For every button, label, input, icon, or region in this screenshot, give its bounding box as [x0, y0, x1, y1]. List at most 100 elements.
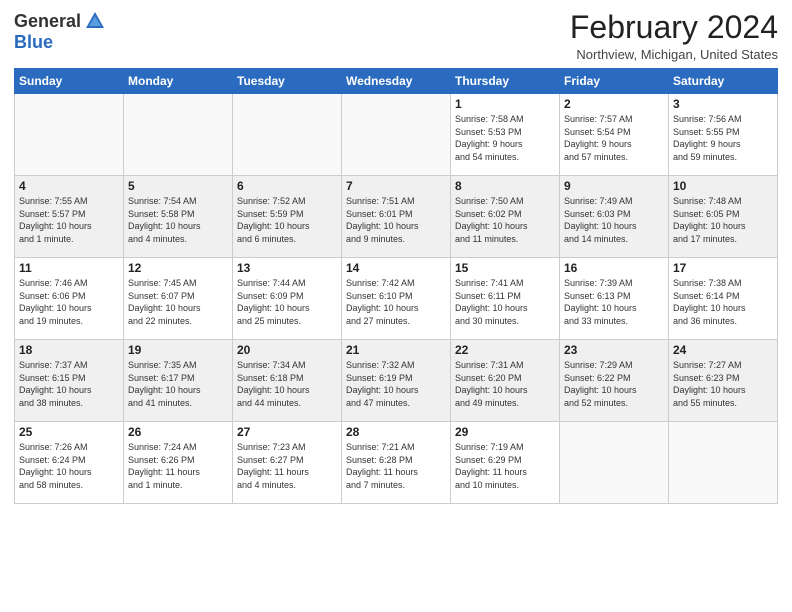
calendar-week-row: 1Sunrise: 7:58 AM Sunset: 5:53 PM Daylig… [15, 94, 778, 176]
day-number: 20 [237, 343, 337, 357]
calendar-day-cell: 26Sunrise: 7:24 AM Sunset: 6:26 PM Dayli… [124, 422, 233, 504]
calendar-day-cell: 17 Sunrise: 7:38 AM Sunset: 6:14 PM Dayli… [669, 258, 778, 340]
day-info: Sunrise: 7:41 AM Sunset: 6:11 PM Dayligh… [455, 277, 555, 327]
day-info: Sunrise: 7:54 AM Sunset: 5:58 PM Dayligh… [128, 195, 228, 245]
day-number: 14 [346, 261, 446, 275]
calendar-day-cell [15, 94, 124, 176]
calendar-subtitle: Northview, Michigan, United States [570, 47, 778, 62]
day-info: Sunrise: 7:23 AM Sunset: 6:27 PM Dayligh… [237, 441, 337, 491]
day-number: 23 [564, 343, 664, 357]
day-info: Sunrise: 7:34 AM Sunset: 6:18 PM Dayligh… [237, 359, 337, 409]
logo-icon [84, 10, 106, 32]
day-number: 3 [673, 97, 773, 111]
calendar-day-cell [342, 94, 451, 176]
header-wednesday: Wednesday [342, 69, 451, 94]
day-info: Sunrise: 7:26 AM Sunset: 6:24 PM Dayligh… [19, 441, 119, 491]
header-friday: Friday [560, 69, 669, 94]
day-number: 16 [564, 261, 664, 275]
day-number: 7 [346, 179, 446, 193]
day-info: Sunrise: 7:45 AM Sunset: 6:07 PM Dayligh… [128, 277, 228, 327]
calendar-day-cell: 13Sunrise: 7:44 AM Sunset: 6:09 PM Dayli… [233, 258, 342, 340]
title-section: February 2024 Northview, Michigan, Unite… [570, 10, 778, 62]
calendar-week-row: 18 Sunrise: 7:37 AM Sunset: 6:15 PM Dayli… [15, 340, 778, 422]
calendar-day-cell: 19 Sunrise: 7:35 AM Sunset: 6:17 PM Dayli… [124, 340, 233, 422]
calendar-day-cell [233, 94, 342, 176]
calendar-day-cell: 27 Sunrise: 7:23 AM Sunset: 6:27 PM Dayli… [233, 422, 342, 504]
day-info: Sunrise: 7:21 AM Sunset: 6:28 PM Dayligh… [346, 441, 446, 491]
day-number: 12 [128, 261, 228, 275]
calendar-day-cell: 18 Sunrise: 7:37 AM Sunset: 6:15 PM Dayli… [15, 340, 124, 422]
day-number: 19 [128, 343, 228, 357]
calendar-day-cell: 12 Sunrise: 7:45 AM Sunset: 6:07 PM Dayli… [124, 258, 233, 340]
calendar-day-cell: 11 Sunrise: 7:46 AM Sunset: 6:06 PM Dayli… [15, 258, 124, 340]
calendar-day-cell: 9 Sunrise: 7:49 AM Sunset: 6:03 PM Daylig… [560, 176, 669, 258]
day-number: 9 [564, 179, 664, 193]
header-thursday: Thursday [451, 69, 560, 94]
calendar-day-cell: 24 Sunrise: 7:27 AM Sunset: 6:23 PM Dayli… [669, 340, 778, 422]
header-monday: Monday [124, 69, 233, 94]
day-number: 25 [19, 425, 119, 439]
day-info: Sunrise: 7:57 AM Sunset: 5:54 PM Dayligh… [564, 113, 664, 163]
calendar-day-cell: 1Sunrise: 7:58 AM Sunset: 5:53 PM Daylig… [451, 94, 560, 176]
day-info: Sunrise: 7:56 AM Sunset: 5:55 PM Dayligh… [673, 113, 773, 163]
day-number: 21 [346, 343, 446, 357]
day-info: Sunrise: 7:37 AM Sunset: 6:15 PM Dayligh… [19, 359, 119, 409]
day-number: 8 [455, 179, 555, 193]
calendar-day-cell: 20 Sunrise: 7:34 AM Sunset: 6:18 PM Dayli… [233, 340, 342, 422]
calendar-day-cell: 16 Sunrise: 7:39 AM Sunset: 6:13 PM Dayli… [560, 258, 669, 340]
day-number: 18 [19, 343, 119, 357]
day-info: Sunrise: 7:46 AM Sunset: 6:06 PM Dayligh… [19, 277, 119, 327]
calendar-day-cell: 23Sunrise: 7:29 AM Sunset: 6:22 PM Dayli… [560, 340, 669, 422]
day-number: 2 [564, 97, 664, 111]
calendar-day-cell: 15 Sunrise: 7:41 AM Sunset: 6:11 PM Dayli… [451, 258, 560, 340]
header-sunday: Sunday [15, 69, 124, 94]
calendar-day-cell: 10 Sunrise: 7:48 AM Sunset: 6:05 PM Dayli… [669, 176, 778, 258]
page: General Blue February 2024 Northview, Mi… [0, 0, 792, 612]
calendar-day-cell [669, 422, 778, 504]
calendar-day-cell: 22 Sunrise: 7:31 AM Sunset: 6:20 PM Dayli… [451, 340, 560, 422]
day-number: 17 [673, 261, 773, 275]
calendar-day-cell: 29 Sunrise: 7:19 AM Sunset: 6:29 PM Dayli… [451, 422, 560, 504]
calendar-day-cell: 2 Sunrise: 7:57 AM Sunset: 5:54 PM Daylig… [560, 94, 669, 176]
day-number: 22 [455, 343, 555, 357]
day-info: Sunrise: 7:44 AM Sunset: 6:09 PM Dayligh… [237, 277, 337, 327]
calendar-day-cell: 25 Sunrise: 7:26 AM Sunset: 6:24 PM Dayli… [15, 422, 124, 504]
day-number: 4 [19, 179, 119, 193]
day-info: Sunrise: 7:50 AM Sunset: 6:02 PM Dayligh… [455, 195, 555, 245]
day-info: Sunrise: 7:55 AM Sunset: 5:57 PM Dayligh… [19, 195, 119, 245]
calendar-day-cell [124, 94, 233, 176]
day-info: Sunrise: 7:31 AM Sunset: 6:20 PM Dayligh… [455, 359, 555, 409]
day-info: Sunrise: 7:39 AM Sunset: 6:13 PM Dayligh… [564, 277, 664, 327]
calendar-day-cell: 3 Sunrise: 7:56 AM Sunset: 5:55 PM Daylig… [669, 94, 778, 176]
day-info: Sunrise: 7:38 AM Sunset: 6:14 PM Dayligh… [673, 277, 773, 327]
day-info: Sunrise: 7:35 AM Sunset: 6:17 PM Dayligh… [128, 359, 228, 409]
calendar-week-row: 4 Sunrise: 7:55 AM Sunset: 5:57 PM Daylig… [15, 176, 778, 258]
header-saturday: Saturday [669, 69, 778, 94]
day-info: Sunrise: 7:42 AM Sunset: 6:10 PM Dayligh… [346, 277, 446, 327]
calendar-header-row: SundayMondayTuesdayWednesdayThursdayFrid… [15, 69, 778, 94]
day-info: Sunrise: 7:19 AM Sunset: 6:29 PM Dayligh… [455, 441, 555, 491]
calendar-week-row: 25 Sunrise: 7:26 AM Sunset: 6:24 PM Dayli… [15, 422, 778, 504]
header: General Blue February 2024 Northview, Mi… [14, 10, 778, 62]
day-number: 15 [455, 261, 555, 275]
day-number: 28 [346, 425, 446, 439]
day-number: 10 [673, 179, 773, 193]
day-number: 11 [19, 261, 119, 275]
logo-general-text: General [14, 11, 81, 32]
calendar-day-cell: 6Sunrise: 7:52 AM Sunset: 5:59 PM Daylig… [233, 176, 342, 258]
calendar-title: February 2024 [570, 10, 778, 45]
day-info: Sunrise: 7:32 AM Sunset: 6:19 PM Dayligh… [346, 359, 446, 409]
calendar-day-cell: 4 Sunrise: 7:55 AM Sunset: 5:57 PM Daylig… [15, 176, 124, 258]
calendar-day-cell [560, 422, 669, 504]
day-number: 6 [237, 179, 337, 193]
calendar-day-cell: 7Sunrise: 7:51 AM Sunset: 6:01 PM Daylig… [342, 176, 451, 258]
day-number: 27 [237, 425, 337, 439]
day-info: Sunrise: 7:27 AM Sunset: 6:23 PM Dayligh… [673, 359, 773, 409]
day-number: 5 [128, 179, 228, 193]
logo-blue-text: Blue [14, 32, 53, 53]
day-info: Sunrise: 7:48 AM Sunset: 6:05 PM Dayligh… [673, 195, 773, 245]
day-number: 24 [673, 343, 773, 357]
day-number: 29 [455, 425, 555, 439]
day-info: Sunrise: 7:49 AM Sunset: 6:03 PM Dayligh… [564, 195, 664, 245]
calendar-week-row: 11 Sunrise: 7:46 AM Sunset: 6:06 PM Dayli… [15, 258, 778, 340]
